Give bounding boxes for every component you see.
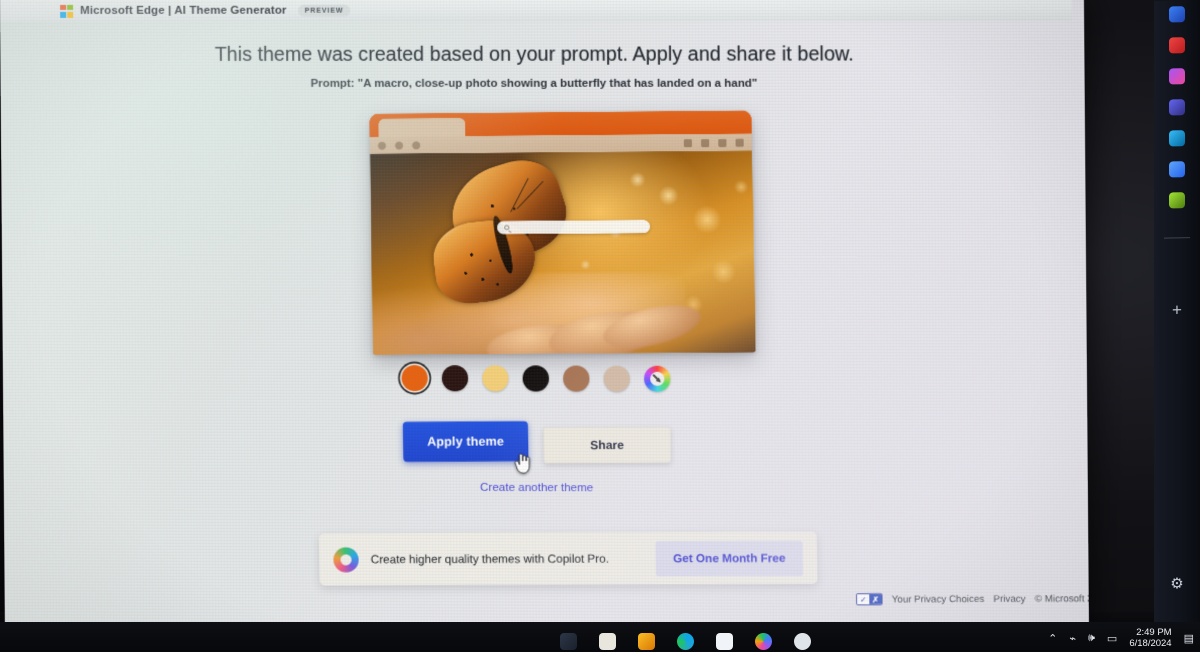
copilot-banner-text: Create higher quality themes with Copilo… bbox=[370, 551, 610, 566]
widgets-icon[interactable] bbox=[599, 633, 616, 650]
add-sidebar-app-button[interactable]: + bbox=[1172, 300, 1182, 319]
file-explorer-icon[interactable] bbox=[638, 633, 655, 650]
media-icon[interactable] bbox=[1169, 99, 1185, 116]
battery-icon[interactable]: ▭ bbox=[1107, 632, 1117, 645]
microsoft-logo bbox=[60, 4, 74, 18]
create-another-theme-link[interactable]: Create another theme bbox=[4, 480, 1076, 496]
edge-sidebar: + ⚙ bbox=[1154, 0, 1200, 652]
theme-photo bbox=[370, 150, 756, 355]
privacy-link[interactable]: Privacy bbox=[993, 593, 1025, 604]
discover-icon[interactable] bbox=[1169, 6, 1185, 23]
swatch-black[interactable] bbox=[522, 365, 550, 392]
windows-taskbar: ⌃ ⌁ 🕪 ▭ 2:49 PM 6/18/2024 ▤ bbox=[0, 622, 1200, 652]
preview-viewport bbox=[370, 150, 756, 355]
swatch-dark-brown[interactable] bbox=[441, 365, 469, 392]
store-icon[interactable] bbox=[716, 633, 733, 650]
taskbar-clock[interactable]: 2:49 PM 6/18/2024 bbox=[1129, 627, 1171, 650]
preview-badge: PREVIEW bbox=[297, 4, 351, 17]
color-swatch-row bbox=[3, 364, 1075, 393]
telegram-icon[interactable] bbox=[1169, 161, 1185, 178]
clock-time: 2:49 PM bbox=[1136, 626, 1172, 638]
start-icon[interactable] bbox=[560, 633, 577, 650]
swatch-brown[interactable] bbox=[563, 365, 590, 392]
split-screen-icon bbox=[701, 138, 710, 147]
favorites-icon bbox=[718, 138, 727, 147]
clock-date: 6/18/2024 bbox=[1129, 638, 1172, 650]
copilot-icon bbox=[735, 138, 744, 147]
search-icon bbox=[412, 140, 421, 150]
privacy-choices-icon: ✓ ✗ bbox=[855, 593, 883, 606]
volume-icon[interactable]: 🕪 bbox=[1088, 632, 1095, 645]
get-one-month-free-button[interactable]: Get One Month Free bbox=[655, 540, 804, 576]
taskbar-icon-row bbox=[560, 633, 811, 650]
edge-icon[interactable] bbox=[677, 633, 694, 650]
back-icon bbox=[377, 141, 387, 150]
search-icon bbox=[503, 224, 510, 231]
page-content: This theme was created based on your pro… bbox=[0, 21, 1089, 636]
action-row: Apply theme Share bbox=[3, 420, 1075, 465]
drop-icon[interactable] bbox=[1169, 192, 1185, 209]
outlook-icon[interactable] bbox=[1169, 130, 1185, 147]
chevron-up-icon[interactable]: ⌃ bbox=[1048, 632, 1057, 645]
share-button[interactable]: Share bbox=[542, 426, 671, 464]
refresh-icon bbox=[395, 141, 404, 150]
edge-title-bar: Microsoft Edge | AI Theme Generator PREV… bbox=[0, 0, 1072, 22]
monitor-screen: Microsoft Edge | AI Theme Generator PREV… bbox=[0, 0, 1089, 636]
shopping-icon[interactable] bbox=[1169, 37, 1185, 54]
preview-tab bbox=[378, 117, 466, 137]
theme-preview[interactable] bbox=[369, 110, 756, 355]
sidebar-divider bbox=[1164, 237, 1190, 239]
copilot-icon bbox=[333, 546, 359, 572]
apply-theme-button[interactable]: Apply theme bbox=[402, 421, 529, 462]
swatch-beige[interactable] bbox=[603, 365, 631, 392]
collections-icon bbox=[683, 138, 693, 147]
your-privacy-choices-link[interactable]: Your Privacy Choices bbox=[892, 593, 985, 604]
copyright-text: © Microsoft 2024 bbox=[1034, 593, 1089, 605]
prompt-text: Prompt: "A macro, close-up photo showing… bbox=[310, 77, 758, 90]
system-tray: ⌃ ⌁ 🕪 ▭ 2:49 PM 6/18/2024 ▤ bbox=[1048, 627, 1194, 650]
swatch-orange[interactable] bbox=[401, 365, 428, 392]
footer: ✓ ✗ Your Privacy Choices Privacy © Micros… bbox=[855, 592, 1089, 606]
butterfly-shape bbox=[423, 150, 578, 314]
settings-icon[interactable] bbox=[794, 633, 811, 650]
page-title: This theme was created based on your pro… bbox=[214, 43, 854, 66]
swatch-yellow[interactable] bbox=[482, 365, 509, 392]
copilot-icon[interactable] bbox=[755, 633, 772, 650]
games-icon[interactable] bbox=[1169, 68, 1185, 85]
eyedropper-icon bbox=[649, 370, 666, 387]
app-title: Microsoft Edge | AI Theme Generator bbox=[80, 4, 287, 17]
swatch-color-picker[interactable] bbox=[644, 365, 671, 392]
copilot-pro-banner: Create higher quality themes with Copilo… bbox=[318, 531, 818, 586]
notification-icon[interactable]: ▤ bbox=[1184, 632, 1194, 645]
preview-search-bar bbox=[496, 219, 650, 235]
preview-title-bar bbox=[369, 110, 752, 137]
wifi-icon[interactable]: ⌁ bbox=[1069, 632, 1076, 645]
gear-icon[interactable]: ⚙ bbox=[1170, 574, 1183, 592]
